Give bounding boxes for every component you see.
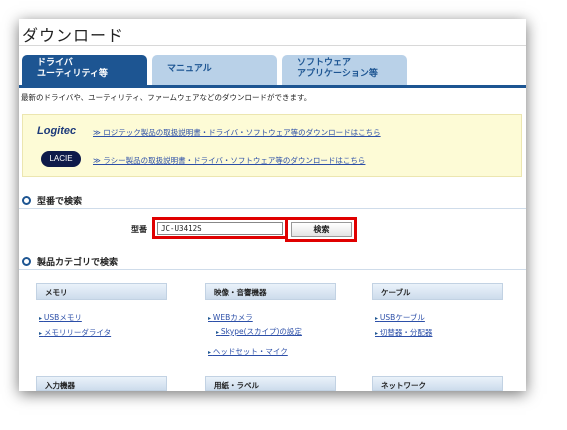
category-paper-labels[interactable]: 用紙・ラベル: [205, 376, 336, 391]
category-network[interactable]: ネットワーク: [372, 376, 503, 391]
page-description: 最新のドライバや、ユーティリティ、ファームウェアなどのダウンロードができます。: [21, 93, 312, 102]
category-header: ケーブル: [372, 283, 503, 300]
lacie-download-link[interactable]: ≫ ラシー製品の取扱説明書・ドライバ・ソフトウェア等のダウンロードはこちら: [93, 155, 365, 166]
tab-label-line1: ソフトウェア: [297, 58, 352, 68]
circle-bullet-icon: [22, 257, 31, 266]
category-cable: ケーブル: [372, 283, 503, 300]
category-link-usb-memory[interactable]: USBメモリ: [39, 312, 82, 323]
category-search-heading: 製品カテゴリで検索: [22, 255, 118, 268]
tab-label-line1: ドライバ: [37, 58, 73, 68]
tab-driver-utility[interactable]: ドライバ ユーティリティ等: [22, 55, 147, 85]
tab-manual[interactable]: マニュアル: [152, 55, 277, 85]
section-divider: [19, 269, 526, 270]
model-number-label: 型番: [131, 225, 147, 234]
highlight-box-button: [285, 217, 357, 242]
category-input-devices[interactable]: 入力機器: [36, 376, 167, 391]
download-page-panel: ダウンロード ドライバ ユーティリティ等 マニュアル ソフトウェア アプリケーシ…: [19, 19, 526, 391]
model-search-heading: 型番で検索: [22, 194, 82, 207]
category-search-heading-text: 製品カテゴリで検索: [37, 258, 119, 268]
category-memory: メモリ: [36, 283, 167, 300]
model-search-heading-text: 型番で検索: [37, 197, 83, 207]
tab-label-line2: ユーティリティ等: [37, 69, 108, 79]
title-divider: [19, 45, 526, 46]
category-header: 映像・音響機器: [205, 283, 336, 300]
category-link-switch-splitter[interactable]: 切替器・分配器: [375, 327, 433, 338]
tab-underline-bar: [19, 85, 526, 88]
section-divider: [19, 208, 526, 209]
category-header: メモリ: [36, 283, 167, 300]
category-link-usb-cable[interactable]: USBケーブル: [375, 312, 425, 323]
highlight-box-input: [152, 217, 288, 239]
category-link-skype-settings[interactable]: Skype(スカイプ)の設定: [216, 326, 302, 337]
category-link-web-camera[interactable]: WEBカメラ: [208, 312, 253, 323]
logitec-logo: Logitec: [37, 125, 77, 137]
category-link-memory-reader-writer[interactable]: メモリリーダライタ: [39, 327, 111, 338]
tab-label-line2: アプリケーション等: [297, 69, 378, 79]
tab-software-application[interactable]: ソフトウェア アプリケーション等: [282, 55, 407, 85]
category-link-headset-mic[interactable]: ヘッドセット・マイク: [208, 346, 288, 357]
logitec-download-link[interactable]: ≫ ロジテック製品の取扱説明書・ドライバ・ソフトウェア等のダウンロードはこちら: [93, 127, 381, 138]
circle-bullet-icon: [22, 196, 31, 205]
lacie-logo: LACIE: [41, 151, 81, 167]
brand-notice-box: Logitec ≫ ロジテック製品の取扱説明書・ドライバ・ソフトウェア等のダウン…: [22, 114, 522, 177]
tab-label-line1: マニュアル: [167, 64, 212, 74]
page-title: ダウンロード: [22, 26, 125, 45]
category-av-equipment: 映像・音響機器: [205, 283, 336, 300]
